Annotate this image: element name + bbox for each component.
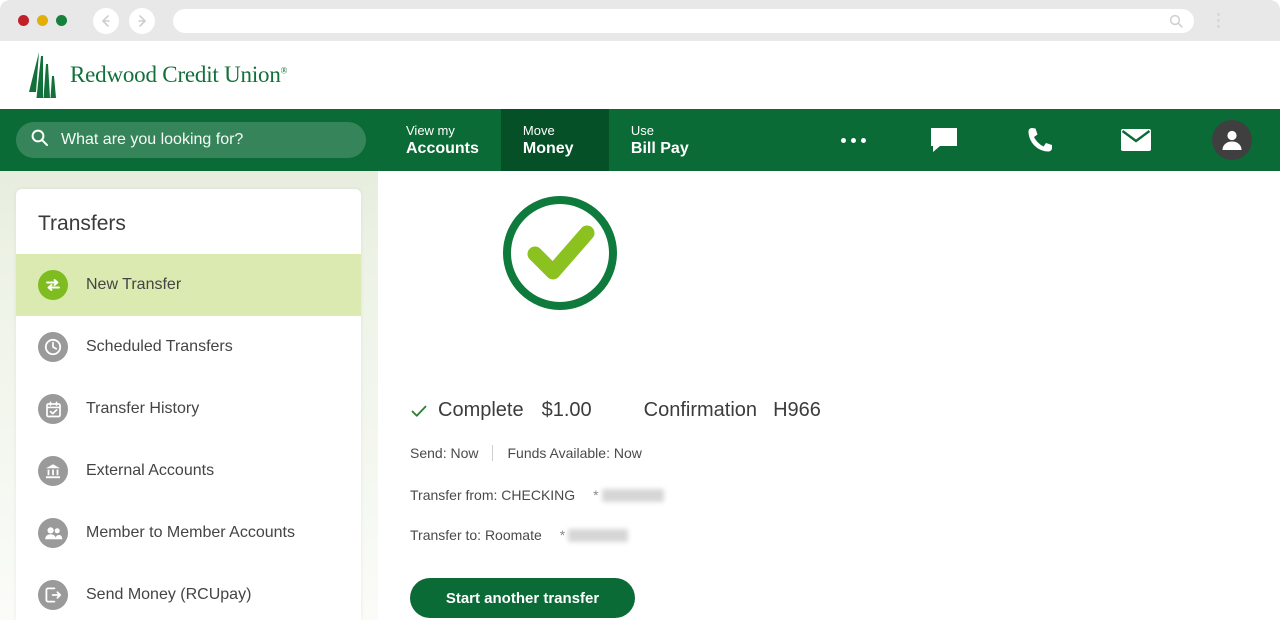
sidebar-card: Transfers New Transfer Scheduled Transfe… bbox=[16, 189, 361, 620]
divider bbox=[492, 445, 494, 461]
confirmation-label: Confirmation bbox=[643, 399, 758, 421]
tab-move-money-eyebrow: Move bbox=[522, 122, 555, 138]
envelope-icon bbox=[1121, 129, 1151, 151]
address-bar[interactable] bbox=[173, 8, 1194, 34]
sidebar-item-scheduled-transfers[interactable]: Scheduled Transfers bbox=[16, 316, 361, 378]
transfer-to-redacted-account bbox=[568, 528, 629, 542]
window-maximize-button[interactable] bbox=[56, 15, 67, 26]
kebab-dot bbox=[1216, 13, 1220, 16]
nav-icon-group bbox=[810, 109, 1280, 171]
clock-icon bbox=[38, 332, 68, 362]
phone-icon bbox=[1028, 128, 1052, 152]
brand-logo-link[interactable]: Redwood Credit Union® bbox=[28, 52, 287, 98]
browser-chrome bbox=[0, 0, 1280, 41]
tab-accounts-label: Accounts bbox=[406, 139, 479, 157]
tab-bill-pay-label: Bill Pay bbox=[630, 139, 689, 157]
browser-nav-arrows bbox=[93, 7, 155, 34]
check-circle-icon bbox=[503, 196, 617, 310]
primary-navigation-bar: What are you looking for? View my Accoun… bbox=[0, 109, 1280, 171]
sidebar-title: Transfers bbox=[38, 212, 126, 235]
kebab-dot bbox=[1216, 25, 1220, 28]
user-account-button[interactable] bbox=[1184, 109, 1280, 171]
transfer-amount: $1.00 bbox=[541, 399, 592, 421]
page-body: Transfers New Transfer Scheduled Transfe… bbox=[0, 171, 1280, 620]
funds-available-timing: Funds Available: Now bbox=[507, 445, 642, 461]
avatar bbox=[1212, 120, 1252, 160]
brand-trademark: ® bbox=[280, 65, 288, 76]
ellipsis-icon bbox=[840, 137, 866, 143]
site-search-placeholder: What are you looking for? bbox=[61, 131, 244, 148]
kebab-dot bbox=[1216, 19, 1220, 22]
mail-button[interactable] bbox=[1088, 109, 1184, 171]
arrow-left-icon bbox=[102, 14, 110, 27]
transfer-timing-row: Send: Now Funds Available: Now bbox=[410, 445, 642, 461]
transfer-status-row: Complete $1.00 Confirmation H966 bbox=[410, 399, 821, 422]
transfer-from-redacted-account bbox=[601, 488, 664, 502]
phone-button[interactable] bbox=[992, 109, 1088, 171]
sidebar-item-label: External Accounts bbox=[86, 462, 215, 479]
browser-menu-button[interactable] bbox=[1208, 13, 1228, 28]
back-button[interactable] bbox=[93, 7, 119, 34]
sidebar-item-label: Member to Member Accounts bbox=[86, 524, 295, 541]
sidebar-item-member-to-member-accounts[interactable]: Member to Member Accounts bbox=[16, 502, 361, 564]
site-search-input[interactable]: What are you looking for? bbox=[16, 122, 366, 158]
start-another-transfer-button[interactable]: Start another transfer bbox=[410, 578, 635, 618]
sidebar-item-label: Transfer History bbox=[86, 400, 200, 417]
search-icon bbox=[30, 128, 49, 152]
sidebar-item-label: New Transfer bbox=[86, 276, 182, 293]
more-options-button[interactable] bbox=[810, 109, 896, 171]
tab-accounts-eyebrow: View my bbox=[406, 122, 455, 138]
main-content: Complete $1.00 Confirmation H966 Send: N… bbox=[378, 171, 1280, 620]
sidebar-item-external-accounts[interactable]: External Accounts bbox=[16, 440, 361, 502]
send-money-icon bbox=[38, 580, 68, 610]
transfer-to-mask: * bbox=[559, 527, 566, 543]
window-close-button[interactable] bbox=[18, 15, 29, 26]
user-icon bbox=[1222, 130, 1242, 150]
sidebar-item-new-transfer[interactable]: New Transfer bbox=[16, 254, 361, 316]
arrow-right-icon bbox=[138, 14, 146, 27]
search-icon bbox=[1168, 13, 1184, 34]
redwood-tree-logo-icon bbox=[29, 52, 56, 98]
sidebar-item-send-money-rcupay[interactable]: Send Money (RCUpay) bbox=[16, 564, 361, 620]
tab-view-my-accounts[interactable]: View my Accounts bbox=[384, 109, 501, 171]
tab-bill-pay-eyebrow: Use bbox=[630, 122, 655, 138]
brand-name: Redwood Credit Union® bbox=[70, 62, 288, 87]
transfer-arrows-icon bbox=[38, 270, 68, 300]
sidebar-item-transfer-history[interactable]: Transfer History bbox=[16, 378, 361, 440]
transfer-from-label: Transfer from: CHECKING bbox=[410, 487, 576, 503]
confirmation-code: H966 bbox=[773, 399, 821, 421]
nav-tab-list: View my Accounts Move Money Use Bill Pay bbox=[384, 109, 717, 171]
send-timing: Send: Now bbox=[410, 445, 479, 461]
sidebar: Transfers New Transfer Scheduled Transfe… bbox=[0, 171, 378, 620]
sidebar-item-label: Scheduled Transfers bbox=[86, 338, 233, 355]
check-mark-icon bbox=[410, 402, 428, 420]
transfer-to-row: Transfer to: Roomate * bbox=[410, 527, 629, 543]
chat-bubble-icon bbox=[931, 128, 957, 152]
site-header: Redwood Credit Union® bbox=[0, 41, 1280, 109]
tab-move-money-label: Money bbox=[522, 139, 574, 157]
transfer-to-label: Transfer to: Roomate bbox=[410, 527, 542, 543]
tab-move-money[interactable]: Move Money bbox=[500, 109, 609, 171]
window-traffic-lights bbox=[18, 15, 67, 26]
forward-button[interactable] bbox=[129, 7, 155, 34]
people-icon bbox=[38, 518, 68, 548]
sidebar-menu: New Transfer Scheduled Transfers Transfe… bbox=[16, 254, 361, 620]
sidebar-item-label: Send Money (RCUpay) bbox=[86, 586, 252, 603]
transfer-status-label: Complete bbox=[438, 399, 524, 421]
transfer-from-mask: * bbox=[593, 487, 599, 503]
calendar-check-icon bbox=[38, 394, 68, 424]
window-minimize-button[interactable] bbox=[37, 15, 48, 26]
bank-icon bbox=[38, 456, 68, 486]
tab-bill-pay[interactable]: Use Bill Pay bbox=[609, 109, 717, 171]
chat-button[interactable] bbox=[896, 109, 992, 171]
transfer-from-row: Transfer from: CHECKING * bbox=[410, 487, 664, 503]
